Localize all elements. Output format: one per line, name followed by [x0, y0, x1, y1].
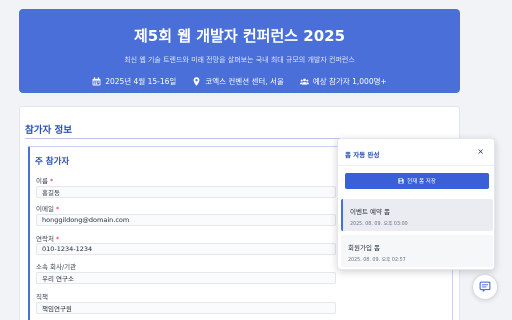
required-mark: *: [50, 177, 54, 185]
email-label: 이메일 *: [36, 203, 59, 213]
event-subtitle: 최신 웹 기술 트렌드와 미래 전망을 살펴보는 국내 최대 규모의 개발자 컨…: [124, 56, 355, 64]
autofill-toggle-button[interactable]: [472, 274, 498, 300]
event-attendees: 예상 참가자 1,000명+: [299, 76, 387, 87]
page: 제5회 웹 개발자 컨퍼런스 2025 최신 웹 기술 트렌드와 미래 전망을 …: [0, 0, 512, 320]
save-icon: [398, 178, 404, 184]
company-label: 소속 회사/기관: [36, 261, 76, 271]
participant-title: 주 참가자: [35, 157, 70, 167]
saved-form-item[interactable]: 이벤트 예약 폼 2025. 08. 09. 오후 03:00: [341, 199, 493, 231]
phone-label-text: 연락처: [36, 235, 54, 243]
email-input[interactable]: [36, 214, 336, 226]
event-hero-banner: 제5회 웹 개발자 컨퍼런스 2025 최신 웹 기술 트렌드와 미래 전망을 …: [19, 9, 460, 93]
name-label-text: 이름: [36, 177, 48, 185]
position-input[interactable]: [36, 302, 336, 314]
form-autofill-panel: 폼 자동 완성 × 현재 폼 저장 이벤트 예약 폼 2025. 08. 09.…: [337, 138, 495, 270]
autofill-title: 폼 자동 완성: [345, 151, 380, 159]
saved-form-date: 2025. 08. 09. 오후 03:00: [350, 222, 408, 227]
name-input[interactable]: [36, 186, 336, 198]
event-location-text: 코엑스 컨벤션 센터, 서울: [205, 77, 284, 86]
form-list-icon: [479, 281, 491, 293]
save-button-label: 현재 폼 저장: [407, 179, 436, 185]
company-input[interactable]: [36, 272, 336, 284]
saved-form-date: 2025. 08. 09. 오후 02:57: [348, 258, 406, 263]
autofill-header: 폼 자동 완성 ×: [338, 139, 494, 166]
event-date: 2025년 4월 15-16일: [92, 76, 176, 87]
company-label-text: 소속 회사/기관: [36, 263, 77, 271]
section-title-participant-info: 참가자 정보: [25, 125, 73, 136]
close-button[interactable]: ×: [477, 147, 484, 156]
calendar-icon: [92, 77, 101, 86]
event-location: 코엑스 컨벤션 센터, 서울: [192, 76, 284, 87]
phone-input[interactable]: [36, 243, 336, 255]
name-label: 이름 *: [36, 175, 53, 185]
phone-label: 연락처 *: [36, 233, 59, 243]
position-label: 직책: [36, 291, 48, 301]
event-meta: 2025년 4월 15-16일 코엑스 컨벤션 센터, 서울 예상 참가자 1,…: [19, 76, 460, 87]
event-attendees-text: 예상 참가자 1,000명+: [312, 77, 387, 86]
saved-form-item[interactable]: 회원가입 폼 2025. 08. 09. 오후 02:57: [341, 235, 493, 267]
position-label-text: 직책: [36, 293, 48, 301]
event-date-text: 2025년 4월 15-16일: [105, 77, 177, 86]
saved-form-name: 회원가입 폼: [348, 244, 380, 252]
users-icon: [299, 78, 309, 85]
save-current-form-button[interactable]: 현재 폼 저장: [345, 173, 489, 189]
event-title: 제5회 웹 개발자 컨퍼런스 2025: [133, 27, 346, 45]
required-mark: *: [56, 205, 60, 213]
email-label-text: 이메일: [36, 205, 54, 213]
location-pin-icon: [193, 77, 200, 86]
saved-form-name: 이벤트 예약 폼: [350, 208, 391, 216]
required-mark: *: [56, 235, 60, 243]
